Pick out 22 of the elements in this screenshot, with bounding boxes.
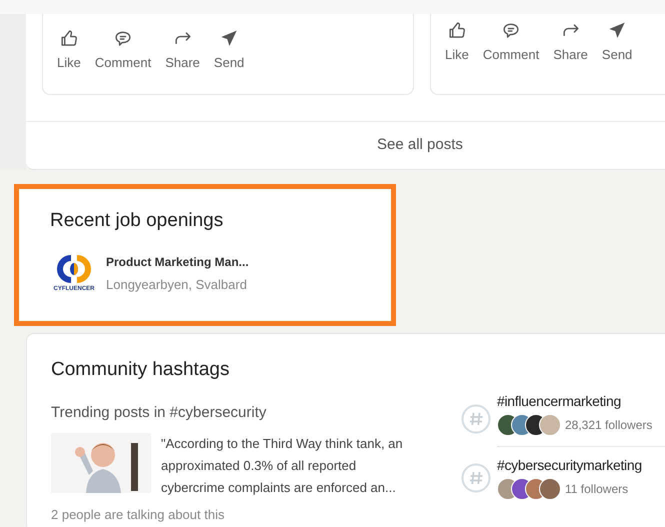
post-action-button[interactable]: Like: [445, 20, 469, 64]
hashtag-icon: [461, 404, 491, 434]
talking-count: 2 people are talking about this: [51, 506, 226, 524]
follower-count: 11 followers: [565, 481, 628, 498]
trending-label: Trending posts in #cybersecurity: [51, 403, 268, 423]
see-all-posts-link[interactable]: See all posts: [377, 134, 463, 157]
post-action-button[interactable]: Comment: [482, 20, 540, 64]
hashtag-name[interactable]: #influencermarketing: [497, 391, 665, 412]
post-action-button[interactable]: Comment: [94, 28, 152, 72]
card-title: Recent job openings: [50, 211, 224, 230]
job-location: Longyearbyen, Svalbard: [106, 276, 248, 294]
post-action-button[interactable]: Send: [602, 20, 632, 64]
follower-count: 28,321 followers: [565, 417, 652, 434]
post-action-button[interactable]: Share: [165, 28, 200, 72]
hashtag-icon: [461, 462, 491, 492]
post-action-button[interactable]: Like: [57, 28, 81, 72]
post-excerpt[interactable]: "According to the Third Way think tank, an approximated 0.3% of all reported cybercrime complaints are enforced an...: [161, 432, 423, 498]
post-action-button[interactable]: Send: [214, 28, 244, 72]
card-title: Community hashtags: [51, 360, 230, 379]
post-action-button[interactable]: Share: [553, 20, 588, 64]
job-title[interactable]: Product Marketing Man...: [106, 253, 249, 272]
hashtag-name[interactable]: #cybersecuritymarketing: [497, 455, 665, 476]
